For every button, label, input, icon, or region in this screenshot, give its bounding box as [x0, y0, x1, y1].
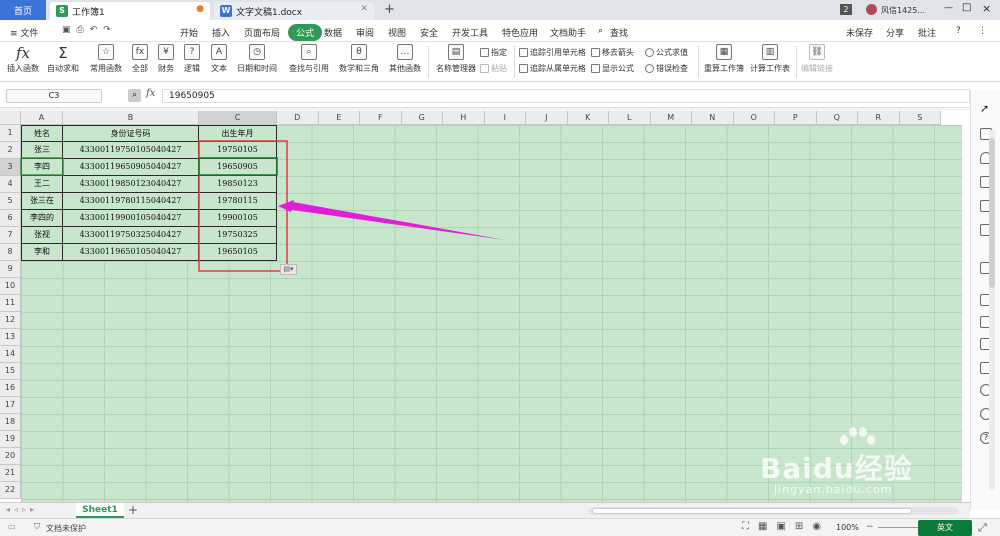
paste-options-icon[interactable]: ▤▾ — [280, 264, 297, 275]
horizontal-scrollbar[interactable] — [588, 507, 958, 515]
protection-status[interactable]: 文档未保护 — [46, 523, 86, 534]
view-mode-icons[interactable]: ⛶▦▣⊞◉ — [742, 521, 830, 532]
zoom-slider[interactable] — [878, 527, 918, 528]
macro-icon[interactable]: ▭ — [8, 522, 16, 531]
ime-indicator[interactable]: 英文 — [918, 520, 972, 536]
vertical-scrollbar[interactable] — [989, 130, 995, 490]
sheet-tab-sheet1[interactable]: Sheet1 — [76, 503, 124, 518]
zoom-out-icon[interactable]: − — [866, 522, 874, 532]
h-scrollbar-thumb[interactable] — [592, 508, 912, 514]
highlight-rectangle — [198, 140, 288, 272]
arrow-head — [278, 200, 294, 212]
right-sidebar: ➚ ? — [970, 90, 1000, 510]
cursor-icon[interactable]: ➚ — [980, 102, 992, 115]
annotation-arrow — [280, 202, 505, 240]
shield-icon: ⛉ — [34, 522, 40, 531]
watermark-brand: Baidu经验 — [760, 452, 913, 485]
expand-icon[interactable]: ⤢ — [978, 521, 987, 535]
status-bar: ▭ ⛉ 文档未保护 ⛶▦▣⊞◉ 100% − 英文 ⤢ — [0, 518, 1000, 536]
scrollbar-thumb[interactable] — [989, 138, 995, 288]
row-select-outline — [20, 157, 64, 176]
active-cell-outline — [198, 157, 278, 176]
zoom-level[interactable]: 100% — [836, 523, 859, 532]
sheet-nav-arrows[interactable]: ◂◃▹▸ — [6, 505, 38, 514]
watermark-url: jingyan.baidu.com — [774, 483, 893, 496]
sheet-tab-bar: ◂◃▹▸ Sheet1 + — [0, 502, 970, 518]
add-sheet-button[interactable]: + — [128, 503, 138, 517]
baidu-watermark: Baidu经验 jingyan.baidu.com — [760, 425, 972, 496]
